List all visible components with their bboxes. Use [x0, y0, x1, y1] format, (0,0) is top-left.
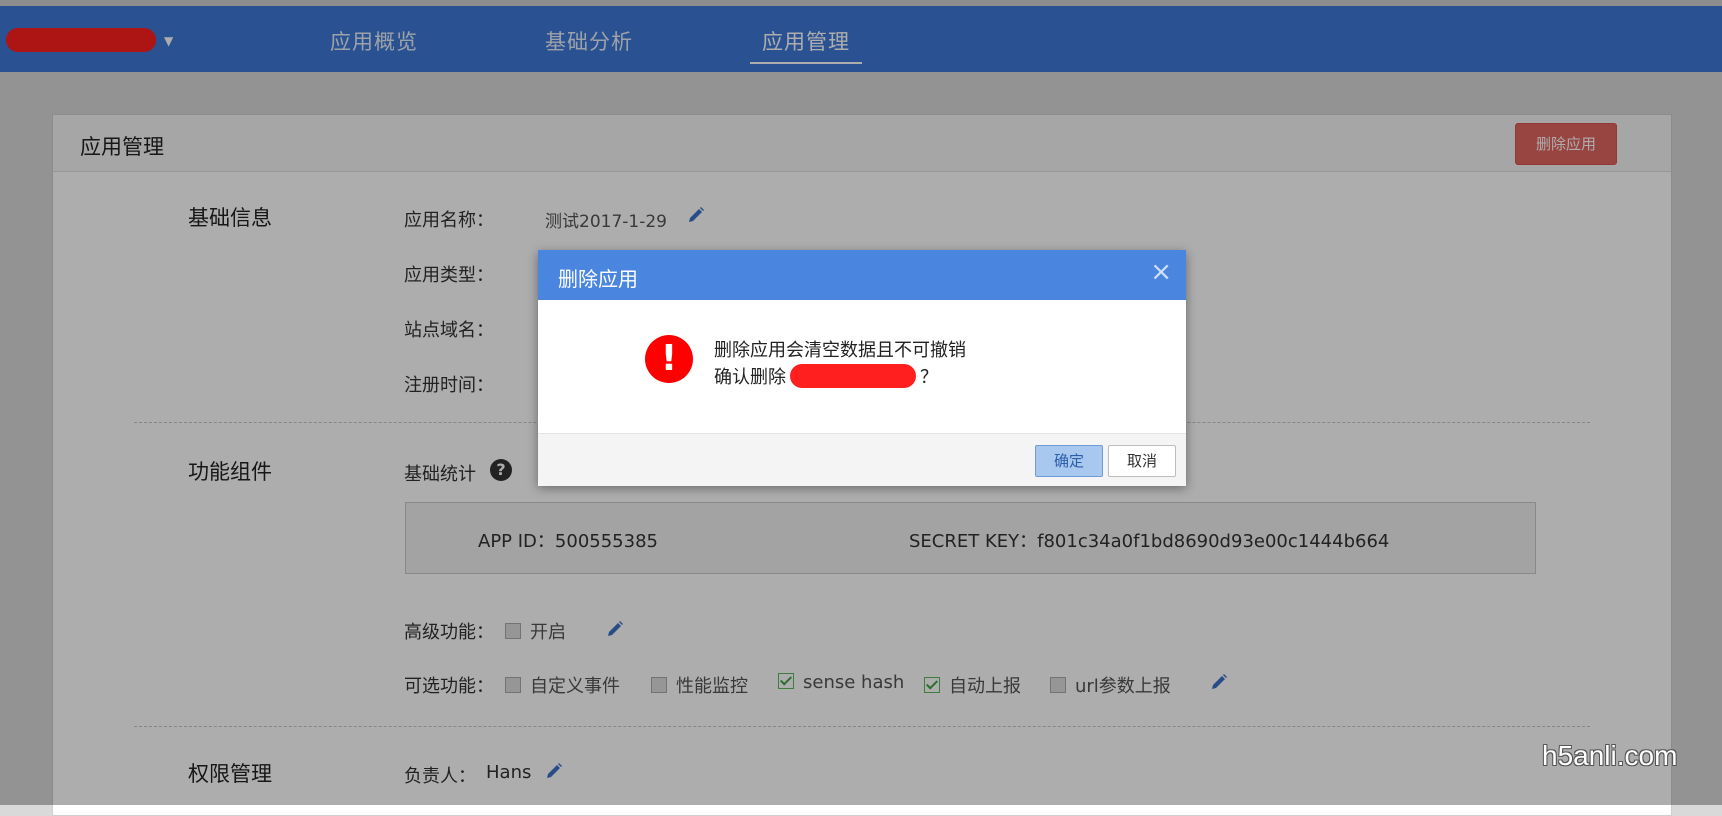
- confirm-delete-suffix: ？: [920, 367, 938, 388]
- warning-message-line2: 确认删除 ？: [714, 363, 938, 389]
- dialog-footer: 确定 取消: [538, 433, 1186, 486]
- confirm-delete-prefix: 确认删除: [714, 367, 786, 388]
- warning-message-line1: 删除应用会清空数据且不可撤销: [714, 340, 966, 361]
- dialog-body: ! 删除应用会清空数据且不可撤销 确认删除 ？: [538, 300, 1186, 433]
- confirm-button[interactable]: 确定: [1035, 445, 1103, 477]
- redacted-app-name: [790, 364, 916, 388]
- close-icon[interactable]: ×: [1150, 259, 1172, 285]
- watermark-text: h5anli.com: [1542, 740, 1678, 771]
- exclamation-alert-icon: !: [645, 335, 693, 383]
- cancel-button[interactable]: 取消: [1108, 445, 1176, 477]
- delete-app-dialog: 删除应用 × ! 删除应用会清空数据且不可撤销 确认删除 ？ 确定 取消: [538, 250, 1186, 486]
- dialog-title: 删除应用: [558, 267, 638, 291]
- dialog-header: 删除应用 ×: [538, 250, 1186, 300]
